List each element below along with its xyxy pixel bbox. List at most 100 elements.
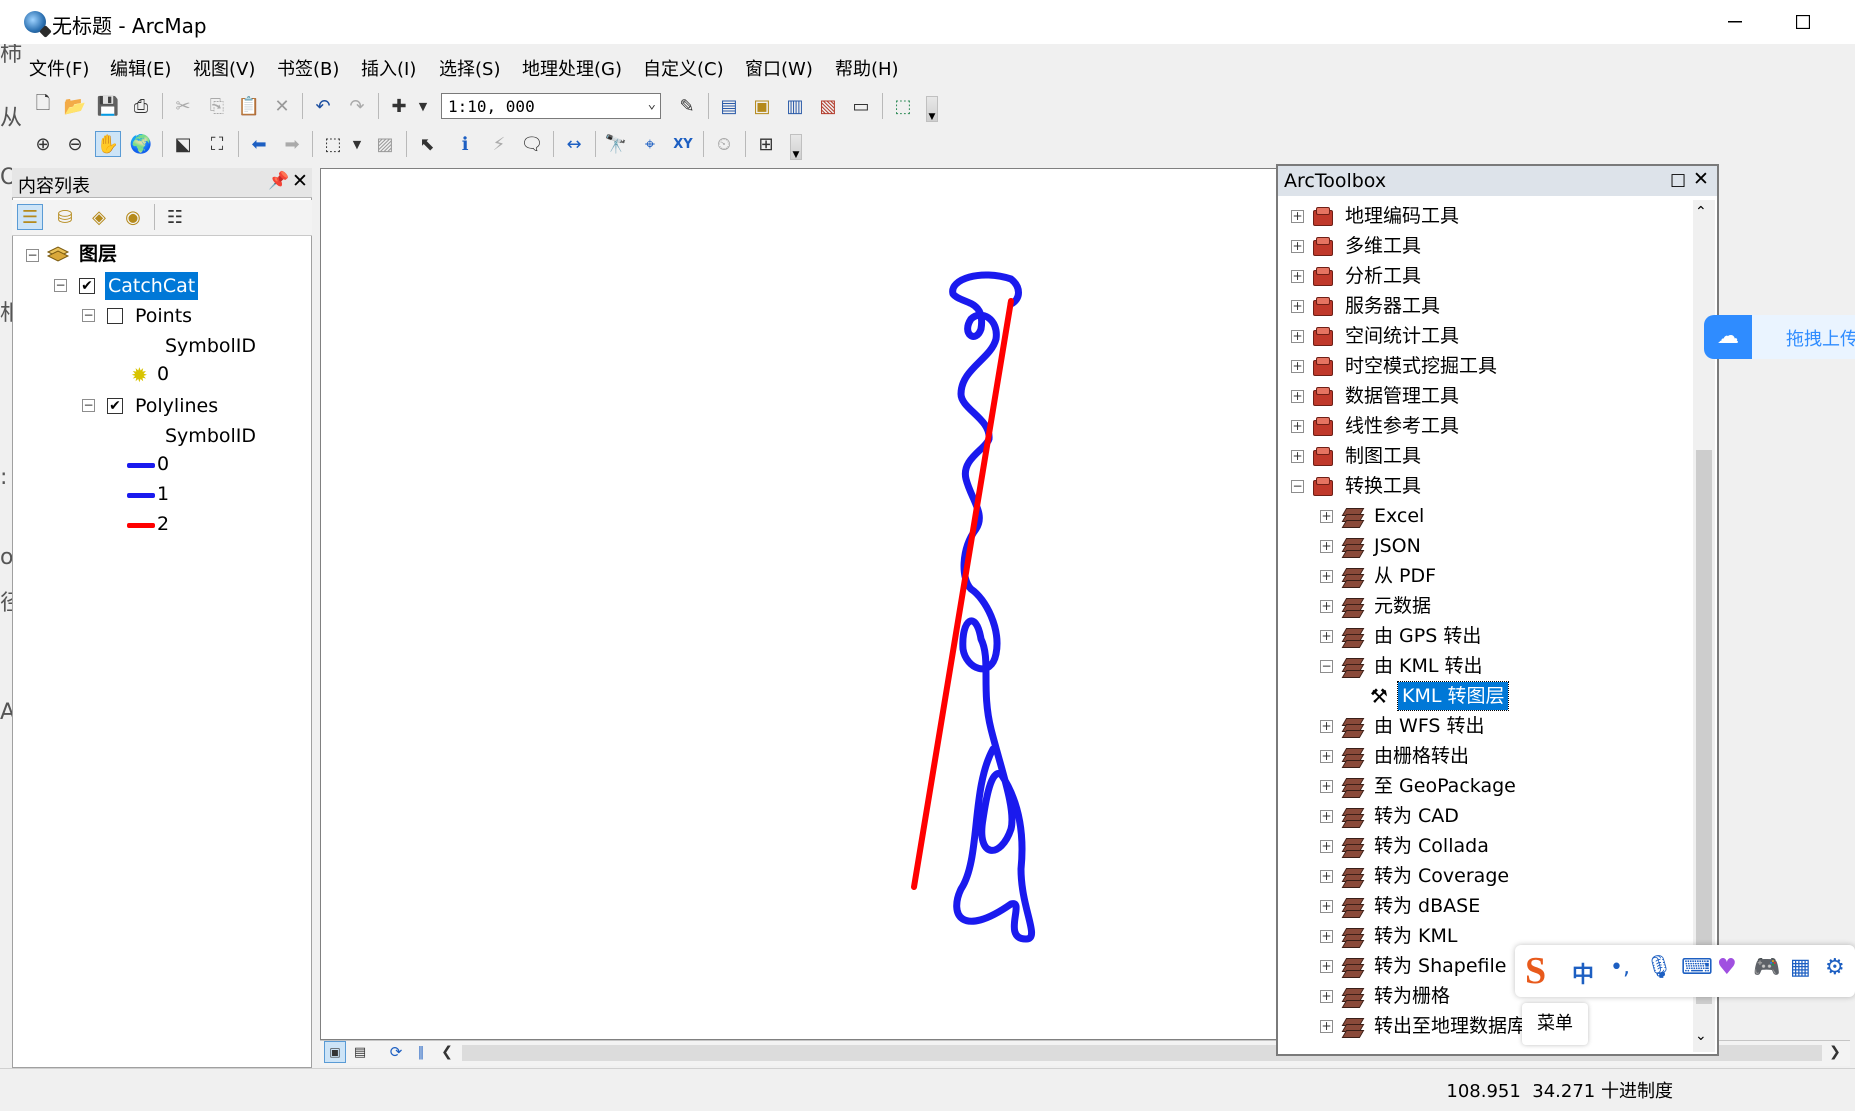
expand-icon[interactable]: + [1291,240,1304,253]
list-by-visibility-icon[interactable]: ◈ [86,204,112,230]
catalog-icon[interactable]: ▣ [749,93,775,119]
pan-hand-icon[interactable]: ✋ [95,131,121,157]
toc-root-layers[interactable]: 图层 [79,240,117,268]
sogou-logo-icon[interactable]: S [1525,949,1546,993]
collapse-icon[interactable]: − [82,309,95,322]
toolset-item[interactable]: 转出至地理数据库 [1374,1012,1526,1040]
menu-help[interactable]: 帮助(H) [835,55,899,81]
toolset-item[interactable]: 由 KML 转出 [1374,652,1483,680]
expand-icon[interactable]: + [1320,540,1333,553]
catchcat-visibility-checkbox[interactable]: ✔ [79,278,95,294]
find-binoculars-icon[interactable]: 🔭 [603,131,629,157]
maximize-button[interactable] [1773,0,1833,44]
scrollbar-thumb[interactable] [1696,450,1712,1004]
list-by-drawing-order-icon[interactable]: ☰ [17,204,43,230]
zoom-out-icon[interactable]: ⊖ [62,131,88,157]
minimize-button[interactable] [1705,0,1765,44]
hyperlink-icon[interactable]: ⚡ [486,131,512,157]
menu-windows[interactable]: 窗口(W) [745,55,813,81]
menu-view[interactable]: 视图(V) [193,55,255,81]
toolbox-item[interactable]: 数据管理工具 [1345,382,1459,410]
redo-icon[interactable]: ↷ [344,93,370,119]
toolset-item[interactable]: 转为 KML [1374,922,1457,950]
map-scale-combobox[interactable]: 1:10, 000 ⌄ [441,93,661,119]
polylines-visibility-checkbox[interactable]: ✔ [107,398,123,414]
undo-icon[interactable]: ↶ [310,93,336,119]
scroll-up-icon[interactable]: ⌃ [1695,204,1707,220]
toc-group-catchcat[interactable]: CatchCat [105,272,199,300]
collapse-icon[interactable]: − [26,249,39,262]
scroll-right-icon[interactable]: ❯ [1824,1041,1846,1063]
expand-icon[interactable]: + [1291,450,1304,463]
new-document-icon[interactable]: 🗋 [30,93,56,119]
previous-extent-icon[interactable]: ⬅ [246,131,272,157]
find-route-icon[interactable]: ⌖ [637,131,663,157]
data-view-icon[interactable]: ▣ [324,1041,346,1063]
toolset-item[interactable]: 由栅格转出 [1374,742,1469,770]
expand-icon[interactable]: + [1320,750,1333,763]
next-extent-icon[interactable]: ➡ [279,131,305,157]
expand-icon[interactable]: + [1291,330,1304,343]
toolset-item[interactable]: 转为 dBASE [1374,892,1480,920]
toolset-item[interactable]: 元数据 [1374,592,1431,620]
go-to-xy-icon[interactable]: XY [670,131,696,157]
toolset-item[interactable]: 转为栅格 [1374,982,1450,1010]
toc-options-icon[interactable]: ☷ [162,204,188,230]
menu-bookmarks[interactable]: 书签(B) [277,55,339,81]
microphone-icon[interactable]: 🎙 [1645,955,1673,980]
expand-icon[interactable]: + [1291,390,1304,403]
clear-selection-icon[interactable]: ▨ [372,131,398,157]
keyboard-icon[interactable]: ⌨ [1681,955,1713,980]
toolbar-overflow-icon[interactable]: ▼ [790,134,802,160]
list-by-source-icon[interactable]: ⛁ [52,204,78,230]
collapse-icon[interactable]: − [1291,480,1304,493]
expand-icon[interactable]: + [1320,780,1333,793]
expand-icon[interactable]: + [1320,900,1333,913]
collapse-icon[interactable]: − [1320,660,1333,673]
collapse-icon[interactable]: − [54,279,67,292]
menu-selection[interactable]: 选择(S) [439,55,500,81]
layout-view-icon[interactable]: ▤ [349,1041,371,1063]
close-icon[interactable]: ✕ [292,170,308,192]
fixed-zoom-in-icon[interactable]: ⬕ [170,131,196,157]
toolset-item[interactable]: 至 GeoPackage [1374,772,1516,800]
toolset-item[interactable]: JSON [1374,532,1421,560]
python-window-icon[interactable]: ▭ [848,93,874,119]
pin-icon[interactable]: 📌 [268,171,289,191]
open-folder-icon[interactable]: 📂 [62,93,88,119]
tool-kml-to-layer[interactable]: KML 转图层 [1396,681,1510,711]
toolbar-overflow-icon[interactable]: ▼ [926,96,938,122]
print-icon[interactable]: ⎙ [128,93,154,119]
measure-icon[interactable]: ↔ [561,131,587,157]
line-symbol-blue[interactable] [127,493,155,498]
expand-icon[interactable]: + [1291,420,1304,433]
expand-icon[interactable]: + [1320,930,1333,943]
line-symbol-blue[interactable] [127,463,155,468]
toc-layer-points[interactable]: Points [135,302,192,330]
toolbox-item[interactable]: 地理编码工具 [1345,202,1459,230]
table-of-contents-icon[interactable]: ▤ [716,93,742,119]
toolbox-item[interactable]: 线性参考工具 [1345,412,1459,440]
expand-icon[interactable]: + [1320,840,1333,853]
expand-icon[interactable]: + [1320,1020,1333,1033]
list-by-selection-icon[interactable]: ◉ [120,204,146,230]
select-elements-arrow-icon[interactable]: ⬉ [414,131,440,157]
pause-drawing-icon[interactable]: ‖ [410,1041,432,1063]
paste-icon[interactable]: 📋 [236,93,262,119]
game-icon[interactable]: 🎮 [1753,955,1780,980]
expand-icon[interactable]: + [1320,960,1333,973]
expand-icon[interactable]: + [1291,300,1304,313]
arctoolbox-icon[interactable]: ▧ [815,93,841,119]
menu-customize[interactable]: 自定义(C) [643,55,724,81]
add-data-icon[interactable]: ✚ [386,93,412,119]
toolbox-item[interactable]: 服务器工具 [1345,292,1440,320]
skin-icon[interactable]: ♥ [1717,955,1737,980]
expand-icon[interactable]: + [1291,210,1304,223]
toolset-item[interactable]: 转为 CAD [1374,802,1459,830]
close-icon[interactable]: ✕ [1693,168,1709,190]
add-data-dropdown-icon[interactable]: ▼ [410,93,436,119]
expand-icon[interactable]: + [1320,510,1333,523]
expand-icon[interactable]: + [1291,360,1304,373]
toolset-item[interactable]: 转为 Coverage [1374,862,1509,890]
copy-icon[interactable]: ⎘ [204,93,230,119]
